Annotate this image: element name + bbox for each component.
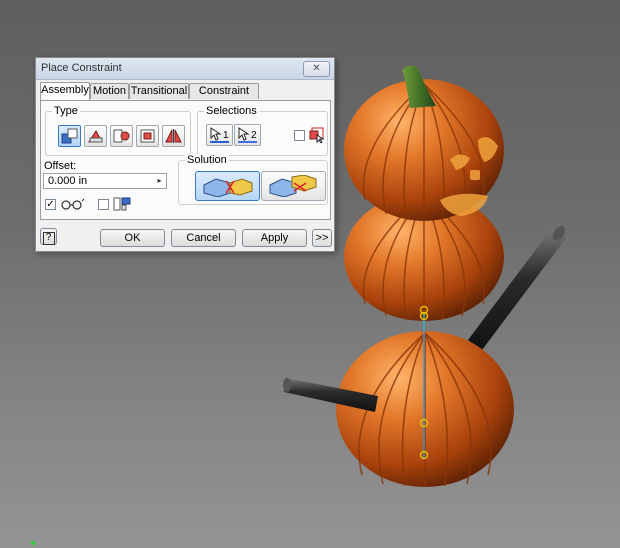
cursor-arrow-icon [238, 127, 250, 141]
type-group-label: Type [52, 105, 80, 117]
mate-solution-icon [203, 178, 253, 197]
show-preview-checkbox[interactable]: ✓ [45, 199, 56, 210]
mate-solution-button[interactable] [195, 171, 260, 201]
checkmark-icon: ✓ [46, 199, 55, 210]
pick-part-first-button[interactable] [309, 127, 325, 144]
selection-1-button[interactable]: 1 [206, 124, 233, 146]
symmetry-constraint-icon [165, 129, 182, 143]
insert-constraint-icon [140, 129, 155, 143]
more-button[interactable]: >> [312, 229, 332, 247]
flush-solution-icon [269, 175, 317, 197]
selection-2-number: 2 [251, 130, 257, 141]
angle-constraint-icon [88, 130, 103, 143]
selection-1-color-bar [210, 141, 229, 143]
dialog-titlebar[interactable]: Place Constraint ✕ [36, 58, 334, 80]
insert-constraint-button[interactable] [136, 125, 159, 147]
symmetry-constraint-button[interactable] [162, 125, 185, 147]
top-pumpkin[interactable] [344, 65, 504, 221]
help-button[interactable]: ? [40, 228, 57, 245]
offset-field[interactable]: ▸ [43, 173, 167, 189]
selection-1-number: 1 [223, 130, 229, 141]
tab-constraint-set[interactable]: Constraint Set [189, 83, 259, 112]
cancel-button[interactable]: Cancel [171, 229, 236, 247]
tangent-constraint-button[interactable] [110, 125, 133, 147]
offset-label: Offset: [44, 160, 77, 172]
selection-2-color-bar [238, 141, 257, 143]
predict-offset-checkbox[interactable] [98, 199, 109, 210]
dialog-title: Place Constraint [41, 62, 122, 74]
offset-flyout-arrow-icon[interactable]: ▸ [154, 175, 165, 187]
predict-offset-orientation-icon [113, 196, 133, 212]
show-preview-glasses-icon [60, 197, 86, 211]
flush-solution-button[interactable] [261, 171, 326, 201]
selection-2-button[interactable]: 2 [234, 124, 261, 146]
solution-group-label: Solution [185, 154, 229, 166]
assembly-tab-panel: Type Selections 1 2 Offset: 0.000 in ▸ S… [40, 100, 331, 220]
offset-input[interactable] [44, 174, 156, 188]
first-occurrence-checkbox[interactable] [294, 130, 305, 141]
cursor-arrow-icon [210, 127, 222, 141]
tangent-constraint-icon [113, 129, 130, 143]
help-icon: ? [42, 232, 55, 245]
place-constraint-dialog[interactable]: Place Constraint ✕ Assembly Motion Trans… [35, 57, 335, 252]
tab-assembly[interactable]: Assembly [40, 82, 90, 100]
selections-group: Selections 1 2 [197, 105, 328, 156]
close-icon: ✕ [312, 63, 321, 74]
apply-button[interactable]: Apply [242, 229, 307, 247]
solution-group: Solution [178, 154, 328, 205]
tab-transitional[interactable]: Transitional [129, 83, 189, 99]
type-group: Type [45, 105, 191, 156]
tab-motion[interactable]: Motion [90, 83, 129, 99]
pick-part-first-icon [309, 127, 325, 144]
mate-constraint-button[interactable] [58, 125, 81, 147]
mate-constraint-icon [61, 128, 78, 144]
ok-button[interactable]: OK [100, 229, 165, 247]
close-button[interactable]: ✕ [303, 61, 330, 77]
selections-group-label: Selections [204, 105, 259, 117]
angle-constraint-button[interactable] [84, 125, 107, 147]
origin-indicator [31, 541, 35, 545]
